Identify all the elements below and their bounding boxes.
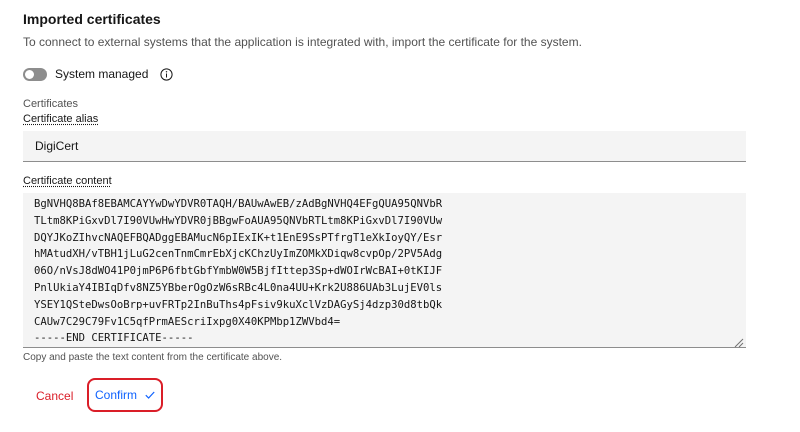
certificate-helper-text: Copy and paste the text content from the…: [23, 352, 283, 363]
resize-handle-icon[interactable]: [734, 335, 744, 348]
section-description: To connect to external systems that the …: [23, 35, 582, 49]
certificate-content-line: -----END CERTIFICATE-----: [34, 332, 194, 345]
certificate-content-line: YSEY1QSteDwsOoBrp+uvFRTp2InBuThs4pFsiv9k…: [34, 298, 443, 311]
certificate-content-label: Certificate content: [23, 175, 112, 187]
certificate-content-textarea[interactable]: BgNVHQ8BAf8EBAMCAYYwDwYDVR0TAQH/BAUwAwEB…: [23, 193, 746, 348]
certificate-alias-input[interactable]: [23, 131, 746, 162]
certificates-heading: Certificates: [23, 98, 79, 110]
certificate-content-line: TLtm8KPiGxvDl7I90VUwHwYDVR0jBBgwFoAUA95Q…: [34, 214, 443, 227]
cancel-button[interactable]: Cancel: [36, 389, 73, 403]
toggle-thumb: [25, 69, 34, 79]
checkmark-icon: [145, 391, 155, 399]
certificate-content-line: hMAtudXH/vTBH1jLuG2cenTnmCmrEbXjcKChzUyI…: [34, 248, 443, 261]
certificate-content-text: BgNVHQ8BAf8EBAMCAYYwDwYDVR0TAQH/BAUwAwEB…: [34, 196, 734, 347]
info-icon[interactable]: [160, 67, 173, 81]
certificate-alias-label: Certificate alias: [23, 113, 99, 125]
system-managed-toggle[interactable]: [23, 67, 47, 81]
certificate-content-line: 06O/nVsJ8dWO41P0jmP6P6fbtGbfYmbW0W5BjfIt…: [34, 265, 443, 278]
system-managed-row: System managed: [23, 66, 173, 82]
confirm-button[interactable]: Confirm: [87, 378, 163, 412]
system-managed-label: System managed: [55, 67, 149, 81]
section-title: Imported certificates: [23, 11, 161, 27]
certificate-content-line: BgNVHQ8BAf8EBAMCAYYwDwYDVR0TAQH/BAUwAwEB…: [34, 198, 443, 210]
certificate-content-line: PnlUkiaY4IBIqDfv8NZ5YBberOgOzW6sRBc4L0na…: [34, 281, 443, 294]
certificate-content-line: DQYJKoZIhvcNAQEFBQADggEBAMucN6pIExIK+t1E…: [34, 231, 443, 244]
imported-certificates-panel: Imported certificates To connect to exte…: [0, 0, 800, 432]
certificate-content-line: CAUw7C29C79Fv1C5qfPrmAEScriIxpg0X40KPMbp…: [34, 315, 341, 328]
confirm-button-label: Confirm: [94, 388, 137, 402]
